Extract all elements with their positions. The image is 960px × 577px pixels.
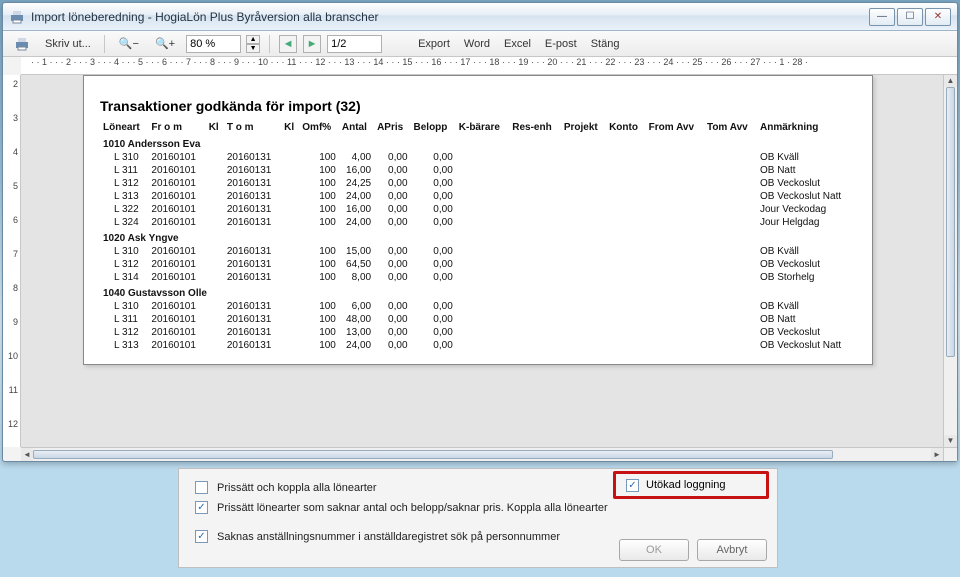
printer-icon[interactable]: [9, 33, 35, 55]
ruler-horizontal: · · 1 · · · 2 · · · 3 · · · 4 · · · 5 · …: [21, 57, 957, 75]
chk-extended-logging[interactable]: [626, 479, 639, 492]
group-row: 1020 Ask Yngve: [100, 229, 856, 245]
excel-link[interactable]: Excel: [500, 38, 535, 50]
table-row: L 31420160101201601311008,000,000,00OB S…: [100, 271, 856, 284]
page-next-button[interactable]: ►: [303, 35, 321, 53]
chk-price-all-label: Prissätt och koppla alla lönearter: [217, 482, 377, 494]
print-button[interactable]: Skriv ut...: [41, 38, 95, 50]
report-page: Transaktioner godkända för import (32) L…: [83, 75, 873, 365]
col-header: Res-enh: [509, 120, 561, 135]
chk-price-missing[interactable]: [195, 501, 208, 514]
ok-button[interactable]: OK: [619, 539, 689, 561]
col-header: Omf%: [299, 120, 339, 135]
zoom-out-icon[interactable]: 🔍−: [114, 34, 144, 53]
epost-link[interactable]: E-post: [541, 38, 581, 50]
scroll-up-icon[interactable]: ▲: [944, 75, 957, 87]
table-row: L 313201601012016013110024,000,000,00OB …: [100, 339, 856, 352]
table-row: L 311201601012016013110016,000,000,00OB …: [100, 164, 856, 177]
table-row: L 324201601012016013110024,000,000,00Jou…: [100, 216, 856, 229]
col-header: From Avv: [646, 120, 704, 135]
col-header: Antal: [339, 120, 374, 135]
col-header: Tom Avv: [704, 120, 757, 135]
chk-missing-empno-label: Saknas anställningsnummer i anställdareg…: [217, 531, 560, 543]
table-row: L 312201601012016013110024,250,000,00OB …: [100, 177, 856, 190]
close-link[interactable]: Stäng: [587, 38, 624, 50]
col-header: T o m: [224, 120, 281, 135]
col-header: Kl: [281, 120, 299, 135]
minimize-button[interactable]: —: [869, 8, 895, 26]
scroll-left-icon[interactable]: ◄: [21, 448, 33, 461]
titlebar[interactable]: Import löneberedning - HogiaLön Plus Byr…: [3, 3, 957, 31]
col-header: Löneart: [100, 120, 148, 135]
zoom-down-icon[interactable]: ▼: [246, 44, 260, 53]
scrollbar-thumb-h[interactable]: [33, 450, 833, 459]
group-row: 1040 Gustavsson Olle: [100, 284, 856, 300]
page-input[interactable]: [327, 35, 382, 53]
table-row: L 31020160101201601311006,000,000,00OB K…: [100, 300, 856, 313]
extended-logging-highlight: Utökad loggning: [613, 471, 769, 499]
scroll-corner: [943, 447, 957, 461]
col-header: Kl: [206, 120, 224, 135]
col-header: Projekt: [561, 120, 606, 135]
chk-price-missing-label: Prissätt lönearter som saknar antal och …: [217, 502, 608, 514]
export-link[interactable]: Export: [414, 38, 454, 50]
page-prev-button[interactable]: ◄: [279, 35, 297, 53]
toolbar: Skriv ut... 🔍− 🔍+ ▲▼ ◄ ► Export Word Exc…: [3, 31, 957, 57]
zoom-in-icon[interactable]: 🔍+: [150, 34, 180, 53]
col-header: Fr o m: [148, 120, 205, 135]
scrollbar-thumb-v[interactable]: [946, 87, 955, 357]
scroll-down-icon[interactable]: ▼: [944, 435, 957, 447]
table-row: L 312201601012016013110064,500,000,00OB …: [100, 258, 856, 271]
maximize-button[interactable]: ☐: [897, 8, 923, 26]
window-title: Import löneberedning - HogiaLön Plus Byr…: [31, 10, 869, 24]
table-row: L 312201601012016013110013,000,000,00OB …: [100, 326, 856, 339]
table-row: L 313201601012016013110024,000,000,00OB …: [100, 190, 856, 203]
word-link[interactable]: Word: [460, 38, 494, 50]
horizontal-scrollbar[interactable]: ◄ ►: [21, 447, 943, 461]
vertical-scrollbar[interactable]: ▲ ▼: [943, 75, 957, 447]
col-header: Belopp: [411, 120, 456, 135]
chk-extended-logging-label: Utökad loggning: [646, 479, 726, 491]
options-panel: Prissätt och koppla alla lönearter Priss…: [178, 468, 778, 568]
table-row: L 31020160101201601311004,000,000,00OB K…: [100, 151, 856, 164]
table-row: L 322201601012016013110016,000,000,00Jou…: [100, 203, 856, 216]
zoom-input[interactable]: [186, 35, 241, 53]
app-window: Import löneberedning - HogiaLön Plus Byr…: [2, 2, 958, 462]
close-button[interactable]: ✕: [925, 8, 951, 26]
ruler-vertical: 23456789101112: [3, 75, 21, 447]
chk-missing-empno[interactable]: [195, 530, 208, 543]
col-header: APris: [374, 120, 410, 135]
document-area: Transaktioner godkända för import (32) L…: [21, 75, 957, 461]
col-header: K-bärare: [456, 120, 509, 135]
report-table: LöneartFr o mKlT o mKlOmf%AntalAPrisBelo…: [100, 120, 856, 352]
cancel-button[interactable]: Avbryt: [697, 539, 767, 561]
group-row: 1010 Andersson Eva: [100, 135, 856, 151]
zoom-up-icon[interactable]: ▲: [246, 35, 260, 44]
table-row: L 311201601012016013110048,000,000,00OB …: [100, 313, 856, 326]
app-icon: [9, 9, 25, 25]
scroll-right-icon[interactable]: ►: [931, 448, 943, 461]
table-row: L 310201601012016013110015,000,000,00OB …: [100, 245, 856, 258]
col-header: Konto: [606, 120, 646, 135]
report-title: Transaktioner godkända för import (32): [100, 98, 856, 114]
chk-price-all[interactable]: [195, 481, 208, 494]
col-header: Anmärkning: [757, 120, 856, 135]
